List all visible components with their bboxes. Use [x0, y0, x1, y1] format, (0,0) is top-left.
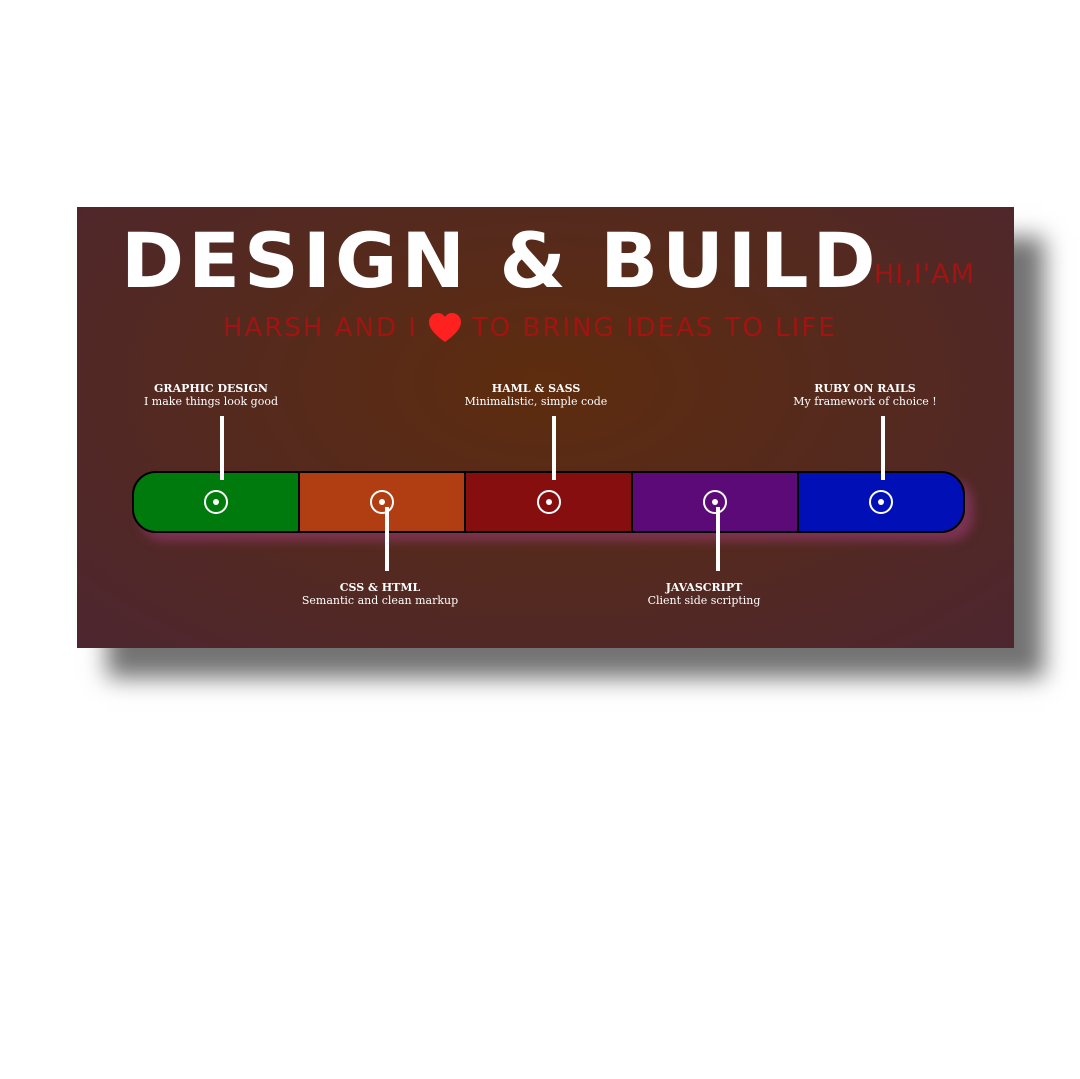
skill-label-haml-sass: HAML & SASS Minimalistic, simple code [436, 382, 636, 408]
heart-icon [428, 313, 461, 342]
skill-label-css-html: CSS & HTML Semantic and clean markup [280, 581, 480, 607]
target-icon [702, 490, 727, 514]
skill-label-ruby-on-rails: RUBY ON RAILS My framework of choice ! [765, 382, 965, 408]
skill-description: My framework of choice ! [793, 395, 937, 408]
headline: DESIGN & BUILD [121, 216, 880, 305]
segment-haml-sass[interactable] [466, 473, 633, 531]
skill-title: HAML & SASS [491, 382, 581, 395]
intro-text: HI,I'AM [874, 259, 975, 290]
target-icon [536, 490, 561, 514]
tagline: HARSH AND I TO BRING IDEAS TO LIFE [223, 312, 837, 344]
tagline-start: HARSH AND I [223, 313, 418, 343]
hero-card: DESIGN & BUILD HI,I'AM HARSH AND I TO BR… [77, 207, 1014, 648]
connector-line [220, 416, 224, 480]
connector-line [881, 416, 885, 480]
skill-description: Minimalistic, simple code [464, 395, 608, 408]
tagline-end: TO BRING IDEAS TO LIFE [471, 313, 837, 343]
segment-ruby-on-rails[interactable] [798, 473, 963, 531]
skill-title: GRAPHIC DESIGN [154, 382, 268, 395]
skill-description: Client side scripting [647, 594, 761, 607]
connector-line [552, 416, 556, 480]
skill-title: JAVASCRIPT [665, 581, 743, 594]
target-icon [370, 490, 395, 514]
connector-line [385, 507, 389, 571]
connector-line [716, 507, 720, 571]
skill-label-javascript: JAVASCRIPT Client side scripting [604, 581, 804, 607]
segment-graphic-design[interactable] [134, 473, 301, 531]
segment-css-html[interactable] [300, 473, 467, 531]
skills-timeline-bar [132, 471, 965, 533]
skill-label-graphic-design: GRAPHIC DESIGN I make things look good [111, 382, 311, 408]
skill-description: Semantic and clean markup [301, 594, 459, 607]
target-icon [868, 490, 893, 514]
skill-title: RUBY ON RAILS [814, 382, 916, 395]
skill-title: CSS & HTML [339, 581, 421, 594]
target-icon [204, 490, 229, 514]
skill-description: I make things look good [143, 395, 279, 408]
